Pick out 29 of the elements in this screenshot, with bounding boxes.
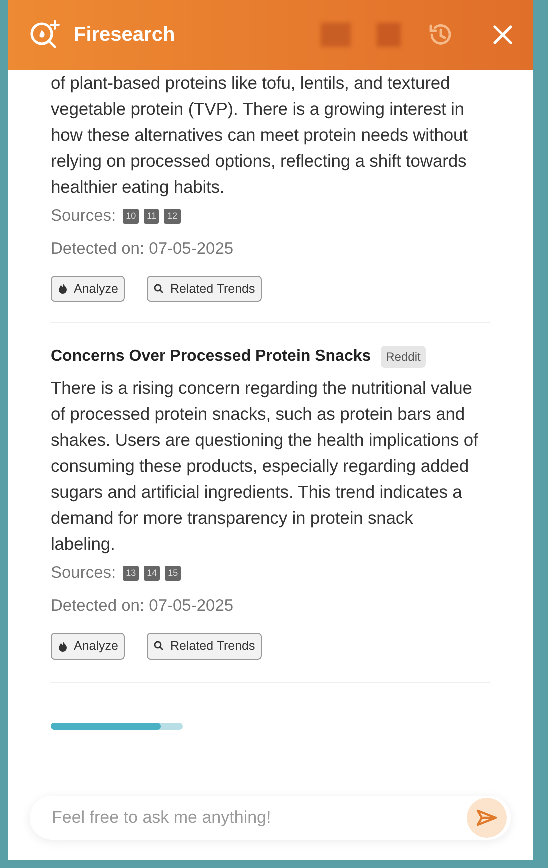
analyze-button[interactable]: Analyze [51,632,126,660]
app-title: Firesearch [74,23,176,48]
detected-date: Detected on: 07-05-2025 [51,238,235,260]
flame-icon [58,283,68,294]
search-icon [154,284,164,294]
related-trends-button[interactable]: Related Trends [147,632,262,660]
analyze-button[interactable]: Analyze [51,276,126,302]
trend-title: Concerns Over Processed Protein Snacks [51,347,372,368]
source-link[interactable]: 11 [144,208,160,224]
sources-label: Sources: [51,206,116,227]
sources-label: Sources: [51,563,116,584]
source-link[interactable]: 13 [123,566,140,582]
blurred-icon[interactable] [321,23,351,47]
blurred-icon[interactable] [377,23,401,47]
source-link[interactable]: 12 [164,208,180,224]
search-icon [154,641,164,652]
trend-description: of plant-based proteins like tofu, lentils, and textured vegetable protein (TVP). There is a growing interest in how these alternatives can meet protein needs without relying on processed options, reflecting a shift towards healthier eating habits. [51,72,469,199]
trend-description: There is a rising concern regarding the nutritional value of processed protein snacks, such as protein bars and shakes. Users are questioning the health implications of consuming these products, especially regarding added sugars and artificial ingredients. This trend indicates a demand for more transparency in protein snack labeling. [51,377,480,556]
flame-icon [58,640,68,652]
chat-input[interactable]: Feel free to ask me anything! [52,805,467,831]
source-link[interactable]: 15 [165,566,182,582]
send-icon [476,809,498,827]
close-icon[interactable] [493,25,513,45]
source-link[interactable]: 10 [123,208,140,224]
source-link[interactable]: 14 [144,566,160,582]
send-button[interactable] [467,798,507,838]
source-tag: Reddit [381,346,426,368]
related-trends-button[interactable]: Related Trends [147,276,262,302]
detected-date: Detected on: 07-05-2025 [51,596,235,617]
